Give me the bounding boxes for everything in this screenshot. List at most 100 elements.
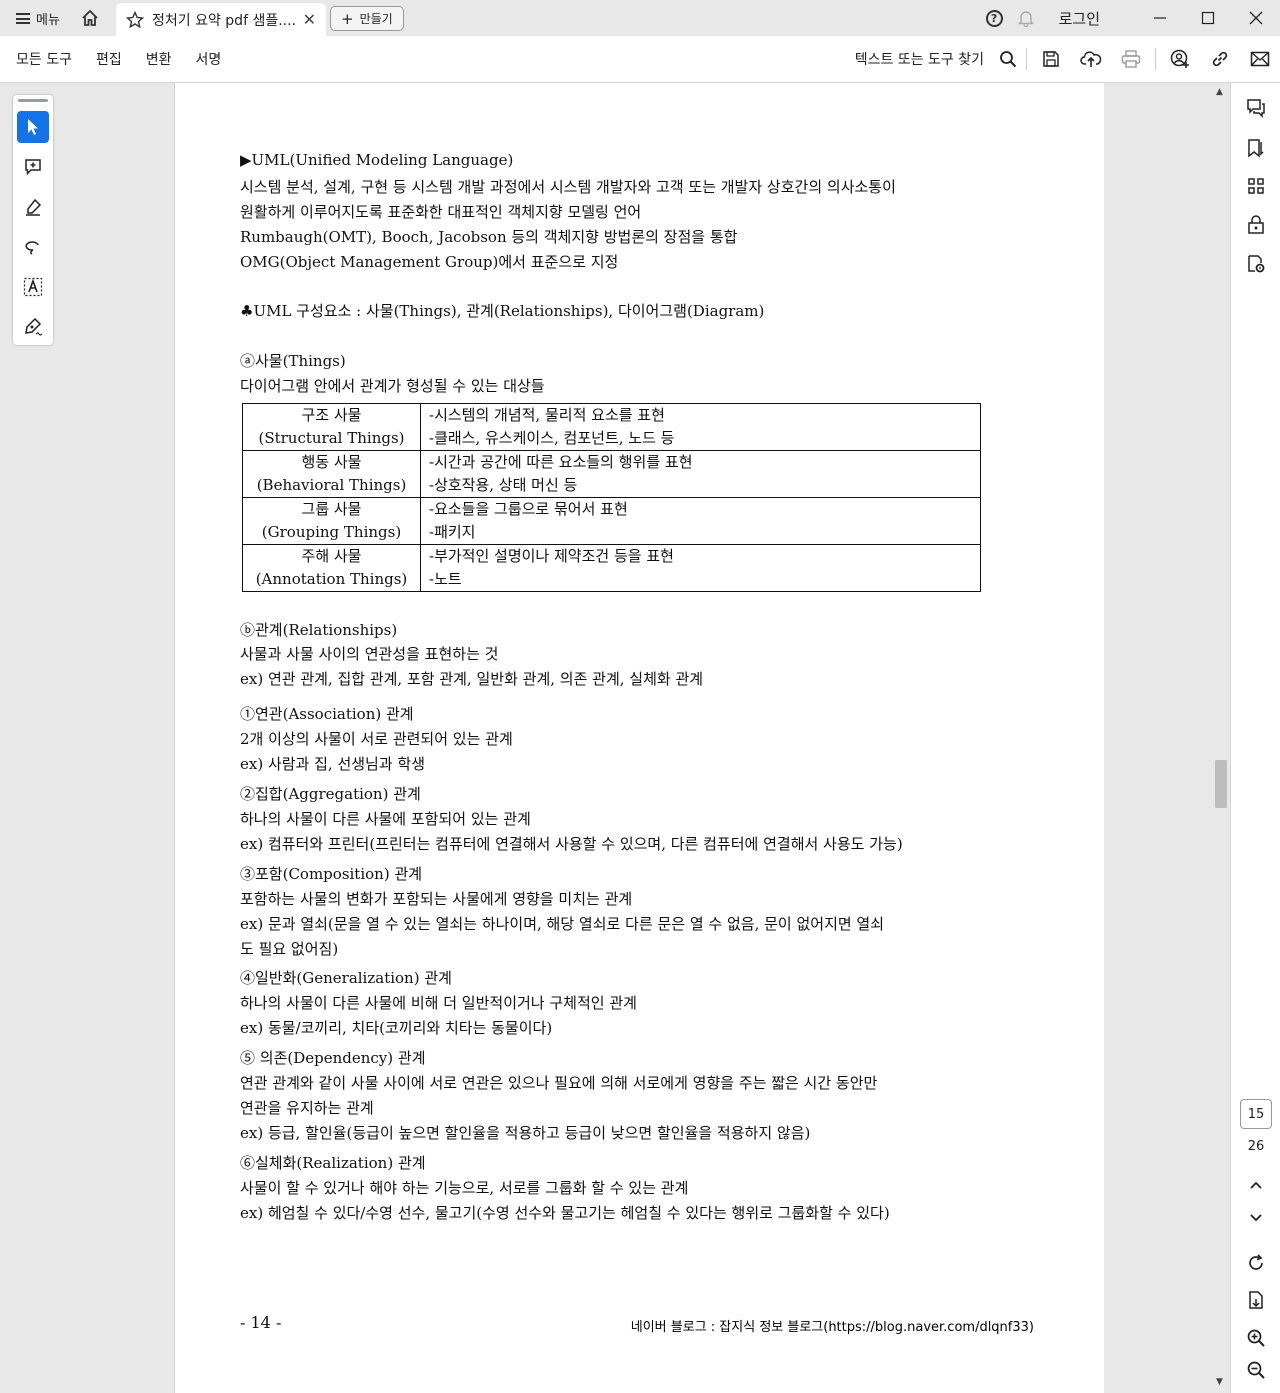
- home-button[interactable]: [72, 0, 108, 36]
- heading-uml: ▶UML(Unified Modeling Language): [240, 151, 514, 169]
- subheading: ①연관(Association) 관계: [240, 705, 414, 723]
- comments-icon: [1247, 99, 1265, 118]
- table-row: 주해 사물 (Annotation Things) -부가적인 설명이나 제약조건…: [242, 544, 981, 592]
- text-line: 하나의 사물이 다른 사물에 비해 더 일반적이거나 구체적인 관계: [240, 994, 637, 1012]
- link-icon: [1212, 51, 1228, 67]
- cursor-icon: [28, 119, 38, 135]
- bell-icon[interactable]: [1017, 9, 1035, 27]
- heading-components: ♣UML 구성요소 : 사물(Things), 관계(Relationships…: [240, 302, 765, 320]
- draw-tool[interactable]: [17, 231, 49, 263]
- table-cell: 주해 사물 (Annotation Things): [242, 544, 421, 592]
- thumbnails-button[interactable]: [1243, 173, 1269, 199]
- rotate-icon[interactable]: [1246, 1253, 1266, 1273]
- footer-source: 네이버 블로그 : 잡지식 정보 블로그(https://blog.naver.…: [630, 1320, 1034, 1335]
- email-button[interactable]: [1240, 39, 1280, 79]
- select-tool[interactable]: [17, 111, 49, 143]
- login-link[interactable]: 로그인: [1059, 8, 1100, 29]
- text-line: 연관을 유지하는 관계: [240, 1099, 374, 1117]
- page-number-footer: - 14 -: [240, 1313, 282, 1332]
- comments-button[interactable]: [1243, 95, 1269, 121]
- menu-label: 메뉴: [36, 12, 60, 28]
- menu-edit[interactable]: 편집: [96, 49, 122, 69]
- tab-close-icon[interactable]: ✕: [303, 10, 316, 29]
- table-cell: -부가적인 설명이나 제약조건 등을 표현 -노트: [420, 544, 981, 592]
- share-user-button[interactable]: [1160, 39, 1200, 79]
- table-cell: 행동 사물 (Behavioral Things): [242, 450, 421, 498]
- minimize-icon: [1154, 17, 1166, 19]
- menu-all-tools[interactable]: 모든 도구: [16, 49, 72, 69]
- create-button[interactable]: + 만들기: [330, 6, 404, 31]
- bookmarks-button[interactable]: [1243, 135, 1269, 161]
- lock-icon: [1248, 215, 1264, 234]
- accessibility-button[interactable]: [1243, 251, 1269, 277]
- text-line: ex) 연관 관계, 집합 관계, 포함 관계, 일반화 관계, 의존 관계, …: [240, 670, 704, 688]
- star-icon[interactable]: [126, 10, 144, 29]
- close-window-button[interactable]: [1232, 0, 1280, 36]
- subheading: ⑥실체화(Realization) 관계: [240, 1154, 426, 1172]
- print-button[interactable]: [1111, 39, 1151, 79]
- protect-button[interactable]: [1243, 212, 1269, 238]
- help-icon[interactable]: ?: [985, 9, 1003, 27]
- mail-icon: [1250, 51, 1270, 67]
- minimize-button[interactable]: [1136, 0, 1184, 36]
- drag-handle[interactable]: [18, 99, 48, 102]
- find-tools-search[interactable]: 텍스트 또는 도구 찾기: [855, 49, 984, 69]
- hamburger-icon: [16, 12, 30, 24]
- zoom-out-icon[interactable]: [1246, 1360, 1266, 1380]
- heading-relationships: ⓑ관계(Relationships): [240, 621, 398, 639]
- text-line: 포함하는 사물의 변화가 포함되는 사물에게 영향을 미치는 관계: [240, 890, 633, 908]
- cloud-upload-icon: [1080, 51, 1102, 67]
- comment-add-icon: [25, 159, 41, 176]
- scroll-up-icon[interactable]: ▲: [1216, 87, 1223, 97]
- grid-icon: [1248, 178, 1264, 194]
- menu-sign[interactable]: 서명: [196, 49, 222, 69]
- maximize-button[interactable]: [1184, 0, 1232, 36]
- save-button[interactable]: [1031, 39, 1071, 79]
- text-line: 시스템 분석, 설계, 구현 등 시스템 개발 과정에서 시스템 개발자와 고객…: [240, 178, 896, 196]
- document-viewer[interactable]: ▶UML(Unified Modeling Language) 시스템 분석, …: [175, 83, 1104, 1393]
- menu-button[interactable]: 메뉴: [0, 0, 72, 36]
- link-button[interactable]: [1200, 39, 1240, 79]
- text-tool[interactable]: [17, 271, 49, 303]
- text-line: ex) 컴퓨터와 프린터(프린터는 컴퓨터에 연결해서 사용할 수 있으며, 다…: [240, 835, 903, 853]
- document-settings-icon: [1248, 255, 1265, 273]
- close-icon: [1249, 11, 1263, 25]
- tab-title: 정처기 요약 pdf 샘플....: [152, 12, 295, 29]
- table-cell: -요소들을 그룹으로 묶어서 표현 -패키지: [420, 497, 981, 545]
- highlighter-icon: [26, 198, 42, 216]
- search-button[interactable]: [994, 39, 1022, 79]
- current-page-input[interactable]: 15: [1240, 1099, 1272, 1129]
- sign-tool[interactable]: [17, 311, 49, 343]
- previous-page-icon[interactable]: [1246, 1175, 1266, 1195]
- scrollbar-thumb[interactable]: [1215, 760, 1227, 808]
- menu-convert[interactable]: 변환: [146, 49, 172, 69]
- table-cell: -시스템의 개념적, 물리적 요소를 표현 -클래스, 유스케이스, 컴포넌트, …: [420, 403, 981, 451]
- text-line: ex) 헤엄칠 수 있다/수영 선수, 물고기(수영 선수와 물고기는 헤엄칠 …: [240, 1204, 890, 1222]
- text-line: ex) 동물/코끼리, 치타(코끼리와 치타는 동물이다): [240, 1019, 553, 1037]
- subheading: ⑤ 의존(Dependency) 관계: [240, 1049, 426, 1067]
- table-row: 그룹 사물 (Grouping Things) -요소들을 그룹으로 묶어서 표현…: [242, 497, 981, 545]
- document-tab[interactable]: 정처기 요약 pdf 샘플.... ✕: [116, 3, 326, 36]
- subheading: ②집합(Aggregation) 관계: [240, 785, 421, 803]
- vertical-scrollbar[interactable]: ▲ ▼: [1212, 83, 1230, 1393]
- table-cell: 구조 사물 (Structural Things): [242, 403, 421, 451]
- save-icon: [1043, 51, 1059, 67]
- table-cell: -시간과 공간에 따른 요소들의 행위를 표현 -상호작용, 상태 머신 등: [420, 450, 981, 498]
- upload-cloud-button[interactable]: [1071, 39, 1111, 79]
- scroll-down-icon[interactable]: ▼: [1216, 1377, 1223, 1387]
- page-export-icon[interactable]: [1246, 1290, 1266, 1310]
- text-box-icon: [23, 277, 43, 297]
- text-line: 다이어그램 안에서 관계가 형성될 수 있는 대상들: [240, 377, 545, 395]
- text-line: 사물이 할 수 있거나 해야 하는 기능으로, 서로를 그룹화 할 수 있는 관…: [240, 1179, 689, 1197]
- highlight-tool[interactable]: [17, 191, 49, 223]
- add-comment-tool[interactable]: [17, 151, 49, 183]
- plus-icon: +: [341, 9, 354, 28]
- next-page-icon[interactable]: [1246, 1207, 1266, 1227]
- add-user-icon: [1170, 49, 1189, 68]
- bookmark-icon: [1248, 139, 1264, 158]
- text-line: 연관 관계와 같이 사물 사이에 서로 연관은 있으나 필요에 의해 서로에게 …: [240, 1074, 878, 1092]
- zoom-in-icon[interactable]: [1246, 1328, 1266, 1348]
- text-line: 하나의 사물이 다른 사물에 포함되어 있는 관계: [240, 810, 531, 828]
- subheading: ④일반화(Generalization) 관계: [240, 969, 452, 987]
- things-table: 구조 사물 (Structural Things) -시스템의 개념적, 물리적 …: [242, 403, 981, 592]
